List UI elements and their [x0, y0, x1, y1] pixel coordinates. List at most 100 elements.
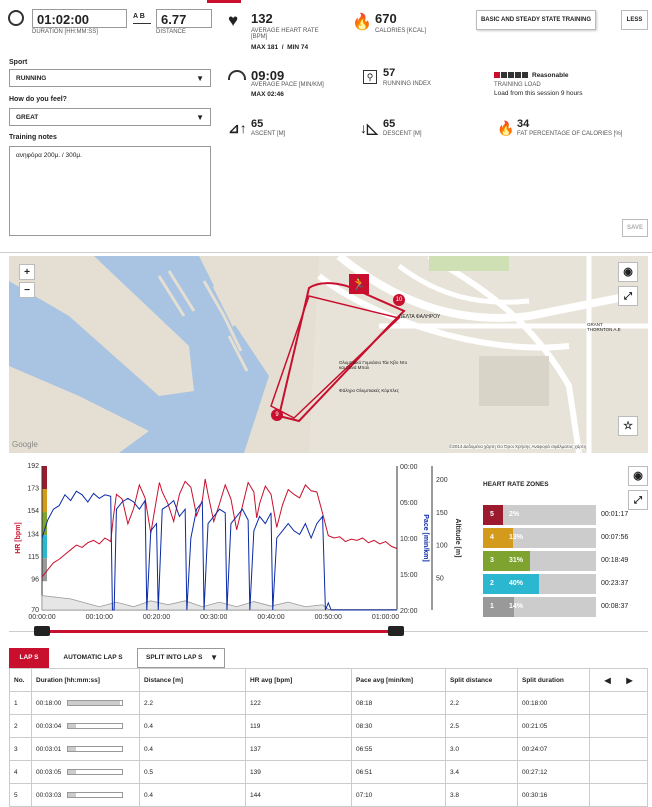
save-button[interactable]: SAVE: [622, 219, 648, 237]
chevron-down-icon: ▼: [196, 113, 204, 122]
ascent-icon: ⊿↑: [228, 120, 247, 136]
training-target-button[interactable]: BASIC AND STEADY STATE TRAINING: [476, 10, 596, 30]
lap-split-duration: 00:27:12: [517, 760, 590, 784]
feel-select[interactable]: GREAT ▼: [9, 108, 211, 126]
col-split-duration: Split duration: [517, 668, 590, 692]
lap-split-distance: 3.8: [445, 783, 518, 807]
col-distance: Distance [m]: [139, 668, 246, 692]
max-pace: MAX 02:46: [251, 91, 284, 98]
sport-select[interactable]: RUNNING ▼: [9, 69, 211, 87]
map-canvas: [9, 256, 648, 453]
table-row[interactable]: 3 00:03:01 0.4 137 06:55 3.0 00:24:07: [9, 737, 648, 761]
zone-row: 3 31% 00:18:49: [483, 551, 628, 571]
zone-number: 2: [490, 580, 494, 587]
lap-duration-bar: [67, 722, 124, 729]
col-duration: Duration [hh:mm:ss]: [31, 668, 140, 692]
lap-no: 2: [9, 714, 32, 738]
alt-tick-label: 100: [436, 543, 448, 550]
pace-tick-label: 05:00: [400, 500, 418, 507]
zone-row: 4 13% 00:07:56: [483, 528, 628, 548]
place-grant: GRANT THORNTON A.E: [587, 322, 621, 332]
table-row[interactable]: 4 00:03:05 0.5 139 06:51 3.4 00:27:12: [9, 760, 648, 784]
tab-automatic-laps[interactable]: AUTOMATIC LAP S: [55, 648, 131, 668]
zone-number: 4: [490, 534, 494, 541]
table-row[interactable]: 5 00:03:03 0.4 144 07:10 3.8 00:30:16: [9, 783, 648, 807]
x-tick-label: 00:30:00: [200, 614, 227, 621]
tab-laps[interactable]: LAP S: [9, 648, 49, 668]
hr-tick-label: 134: [27, 531, 39, 538]
less-button[interactable]: LESS: [621, 10, 648, 30]
place-station: ΔΕΛΤΑ ΦΑΛΗΡΟΥ: [399, 314, 441, 320]
notes-textarea[interactable]: ανηφόρα 200μ. / 300μ.: [9, 146, 211, 236]
map-fullscreen-icon[interactable]: ⤢: [618, 286, 638, 306]
hr-series: [41, 478, 398, 578]
distance-value[interactable]: 6.77: [156, 9, 212, 28]
map-layer-icon[interactable]: ◉: [618, 262, 638, 282]
running-index-label: RUNNING INDEX: [383, 81, 432, 87]
lap-pace: 08:30: [351, 714, 446, 738]
zones-list: 5 2% 00:01:17 4 13% 00:07:56 3 31% 00:18:49 2 40% 0…: [483, 505, 628, 620]
col-split-distance: Split distance: [445, 668, 518, 692]
zone-row: 1 14% 00:08:37: [483, 597, 628, 617]
lap-distance: 0.4: [139, 714, 246, 738]
table-row[interactable]: 2 00:03:04 0.4 119 08:30 2.5 00:21:05: [9, 714, 648, 738]
google-logo: Google: [12, 440, 38, 449]
hr-zone-band: [42, 489, 47, 513]
notes-label: Training notes: [9, 134, 57, 141]
zone-time: 00:23:37: [601, 580, 629, 587]
workout-chart[interactable]: 192 173 154 134 115 96 70 HR [bpm] 00:00 05:00 10:…: [0, 460, 470, 640]
lap-distance: 2.2: [139, 691, 246, 715]
split-label: SPLIT INTO LAP S: [146, 654, 203, 661]
duration-label: DURATION [hh:mm:ss]: [32, 29, 98, 35]
lap-hr: 137: [245, 737, 352, 761]
training-load-meter: [494, 72, 528, 78]
hr-zone-band: [42, 466, 47, 490]
duration-value[interactable]: 01:02:00: [32, 9, 127, 28]
range-handle-start[interactable]: [34, 626, 50, 636]
lap-pace: 07:10: [351, 783, 446, 807]
lap-no: 5: [9, 783, 32, 807]
feel-value: GREAT: [16, 114, 39, 121]
next-arrow-icon[interactable]: ▶: [626, 676, 632, 685]
speedometer-icon: [228, 70, 246, 80]
prev-arrow-icon[interactable]: ◀: [604, 676, 610, 685]
chart-settings-icon[interactable]: ◉: [628, 466, 648, 486]
lap-duration: 00:03:05: [31, 760, 140, 784]
chevron-down-icon: ▼: [196, 74, 204, 83]
table-row[interactable]: 1 00:18:00 2.2 122 08:18 2.2 00:18:00: [9, 691, 648, 715]
lap-duration-text: 00:03:05: [36, 768, 62, 776]
zone-percent: 13%: [509, 534, 524, 541]
lap-split-duration: 00:30:16: [517, 783, 590, 807]
zoom-out-button[interactable]: −: [19, 282, 35, 298]
zone-time: 00:01:17: [601, 511, 629, 518]
running-index-icon: ⚲: [363, 70, 377, 84]
map-favorite-icon[interactable]: ☆: [618, 416, 638, 436]
x-tick-label: 00:50:00: [315, 614, 342, 621]
chevron-down-icon: ▼: [210, 653, 218, 662]
lap-extra: [589, 714, 648, 738]
zoom-in-button[interactable]: +: [19, 264, 35, 280]
range-handle-end[interactable]: [388, 626, 404, 636]
avg-pace-value: 09:09: [251, 68, 285, 83]
lap-duration: 00:03:03: [31, 783, 140, 807]
lap-extra: [589, 783, 648, 807]
training-load-value: Reasonable: [532, 72, 569, 79]
lap-split-distance: 3.0: [445, 737, 518, 761]
lap-pace: 06:55: [351, 737, 446, 761]
place-complex: Φάληρο Ολυμπιακές Κόμπλες: [339, 388, 399, 393]
alt-tick-label: 150: [436, 510, 448, 517]
lap-duration-text: 00:03:04: [36, 722, 62, 730]
lap-duration-bar: [67, 768, 124, 775]
x-tick-label: 01:00:00: [372, 614, 399, 621]
route-map[interactable]: 🏃 10 9 ΔΕΛΤΑ ΦΑΛΗΡΟΥ Ολυμπιακό Γυμνάσιο …: [9, 256, 648, 453]
lap-split-distance: 3.4: [445, 760, 518, 784]
chart-fullscreen-icon[interactable]: ⤢: [628, 490, 648, 510]
split-into-laps-dropdown[interactable]: SPLIT INTO LAP S ▼: [137, 648, 225, 668]
fat-flame-icon: 🔥: [497, 120, 515, 136]
feel-label: How do you feel?: [9, 96, 67, 103]
lap-duration-bar: [67, 699, 124, 706]
zone-percent: 2%: [509, 511, 520, 518]
marker-end: 10: [393, 294, 405, 306]
lap-no: 4: [9, 760, 32, 784]
duration-icon: [8, 10, 24, 26]
